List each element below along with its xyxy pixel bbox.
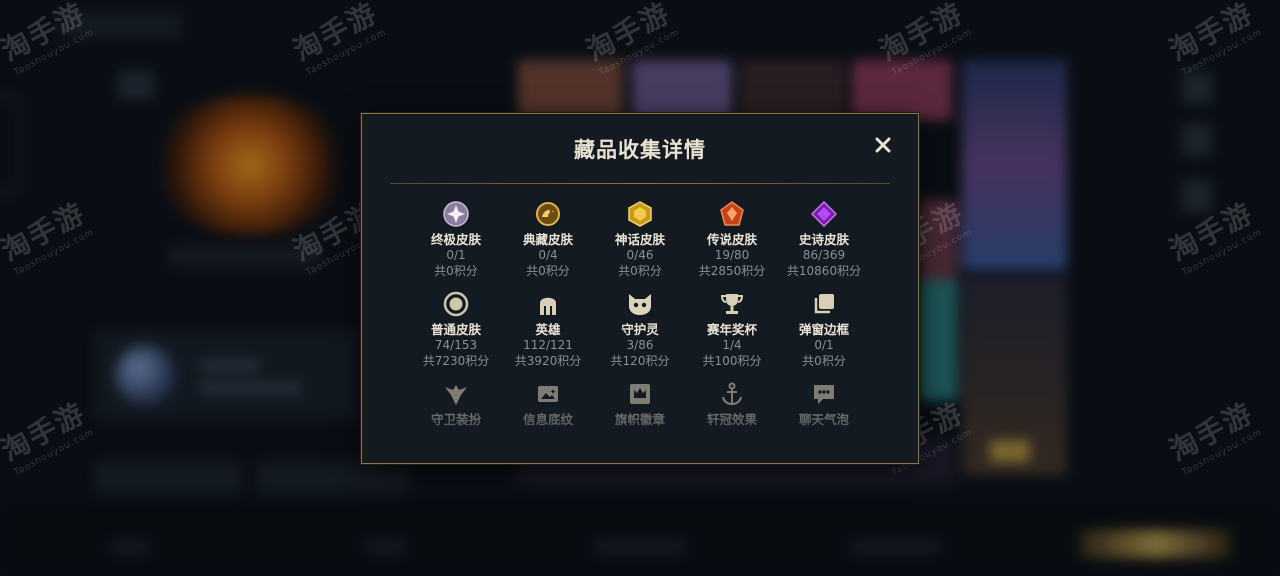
item-points: 共2850积分 — [698, 264, 766, 278]
collection-item-ultimate[interactable]: 终极皮肤 0/1 共0积分 — [410, 200, 502, 290]
collection-item-trophy[interactable]: 赛年奖杯 1/4 共100积分 — [686, 290, 778, 380]
close-icon — [875, 137, 891, 153]
item-points: 共120积分 — [610, 354, 670, 368]
collection-item-frame[interactable]: 弹窗边框 0/1 共0积分 — [778, 290, 870, 380]
item-points: 共3920积分 — [514, 354, 582, 368]
item-points: 共0积分 — [434, 264, 478, 278]
collection-item-anchor[interactable]: 轩冠效果 — [686, 380, 778, 463]
item-count: 0/1 — [814, 338, 834, 352]
item-name: 守卫装扮 — [430, 412, 481, 427]
trophy-icon — [718, 290, 746, 318]
item-name: 史诗皮肤 — [798, 232, 849, 247]
item-name: 传说皮肤 — [706, 232, 757, 247]
collection-row: 守卫装扮 信息底纹 旗帜徽章 轩冠效果 聊天气泡 — [410, 380, 870, 463]
collection-grid: 终极皮肤 0/1 共0积分 典藏皮肤 0/4 共0积分 神话皮肤 0/46 共0… — [410, 200, 870, 463]
item-name: 赛年奖杯 — [706, 322, 757, 337]
companion-icon — [626, 290, 654, 318]
item-count: 1/4 — [722, 338, 742, 352]
chat-bubble-icon — [810, 380, 838, 408]
collection-details-modal: 藏品收集详情 终极皮肤 0/1 共0积分 典藏皮肤 0/4 共0积分 神话皮肤 … — [361, 113, 919, 464]
item-name: 守护灵 — [621, 322, 659, 337]
item-points: 共100积分 — [702, 354, 762, 368]
close-button[interactable] — [872, 136, 894, 158]
item-points: 共0积分 — [802, 354, 846, 368]
item-name: 信息底纹 — [522, 412, 573, 427]
item-name: 轩冠效果 — [706, 412, 757, 427]
item-name: 英雄 — [535, 322, 561, 337]
item-name: 旗帜徽章 — [614, 412, 665, 427]
item-count: 0/4 — [538, 248, 558, 262]
item-count: 19/80 — [714, 248, 750, 262]
standard-skin-icon — [442, 290, 470, 318]
anchor-effect-icon — [718, 380, 746, 408]
collection-item-companion[interactable]: 守护灵 3/86 共120积分 — [594, 290, 686, 380]
title-divider — [390, 183, 890, 184]
item-points: 共0积分 — [618, 264, 662, 278]
collection-row: 终极皮肤 0/1 共0积分 典藏皮肤 0/4 共0积分 神话皮肤 0/46 共0… — [410, 200, 870, 290]
item-name: 聊天气泡 — [798, 412, 849, 427]
item-name: 普通皮肤 — [430, 322, 481, 337]
collection-item-prestige[interactable]: 典藏皮肤 0/4 共0积分 — [502, 200, 594, 290]
collection-item-epic[interactable]: 史诗皮肤 86/369 共10860积分 — [778, 200, 870, 290]
collection-item-champion[interactable]: 英雄 112/121 共3920积分 — [502, 290, 594, 380]
item-count: 74/153 — [434, 338, 478, 352]
collection-item-legendary[interactable]: 传说皮肤 19/80 共2850积分 — [686, 200, 778, 290]
collection-item-chat-bubble[interactable]: 聊天气泡 — [778, 380, 870, 463]
item-points: 共10860积分 — [786, 264, 862, 278]
ultimate-skin-icon — [442, 200, 470, 228]
item-count: 86/369 — [802, 248, 846, 262]
item-points: 共0积分 — [526, 264, 570, 278]
item-count: 0/1 — [446, 248, 466, 262]
crown-banner-icon — [626, 380, 654, 408]
mythic-skin-icon — [626, 200, 654, 228]
modal-title: 藏品收集详情 — [574, 138, 706, 162]
item-name: 终极皮肤 — [430, 232, 481, 247]
item-count: 112/121 — [523, 338, 573, 352]
item-name: 弹窗边框 — [798, 322, 849, 337]
ward-skin-icon — [442, 380, 470, 408]
legendary-skin-icon — [718, 200, 746, 228]
collection-item-mythic[interactable]: 神话皮肤 0/46 共0积分 — [594, 200, 686, 290]
banner-icon — [534, 380, 562, 408]
item-name: 典藏皮肤 — [522, 232, 573, 247]
item-count: 3/86 — [626, 338, 654, 352]
prestige-skin-icon — [534, 200, 562, 228]
collection-row: 普通皮肤 74/153 共7230积分 英雄 112/121 共3920积分 守… — [410, 290, 870, 380]
epic-skin-icon — [810, 200, 838, 228]
collection-item-ward[interactable]: 守卫装扮 — [410, 380, 502, 463]
collection-item-standard[interactable]: 普通皮肤 74/153 共7230积分 — [410, 290, 502, 380]
item-name: 神话皮肤 — [614, 232, 665, 247]
item-count: 0/46 — [626, 248, 654, 262]
collection-item-banner[interactable]: 信息底纹 — [502, 380, 594, 463]
champion-helmet-icon — [534, 290, 562, 318]
item-points: 共7230积分 — [422, 354, 490, 368]
frame-icon — [810, 290, 838, 318]
collection-item-crown-banner[interactable]: 旗帜徽章 — [594, 380, 686, 463]
